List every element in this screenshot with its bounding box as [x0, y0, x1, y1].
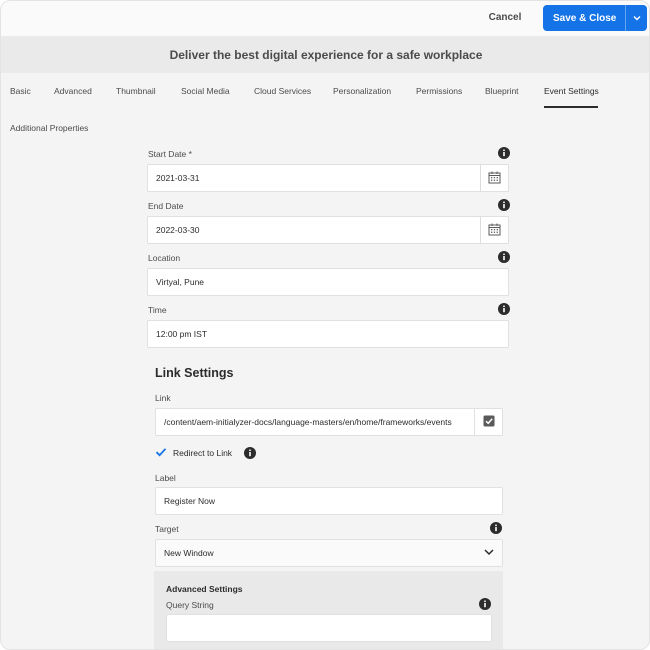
- end-date-field[interactable]: 2022-03-30: [147, 216, 481, 244]
- cancel-button[interactable]: Cancel: [479, 5, 531, 30]
- time-field[interactable]: 12:00 pm IST: [147, 320, 509, 348]
- info-icon[interactable]: [498, 147, 510, 159]
- chevron-down-icon: [484, 548, 494, 558]
- chevron-down-icon[interactable]: [626, 15, 647, 21]
- query-string-label: Query String: [166, 600, 214, 610]
- info-icon[interactable]: [498, 199, 510, 211]
- start-date-field[interactable]: 2021-03-31: [147, 164, 481, 192]
- query-string-field[interactable]: [166, 614, 492, 642]
- redirect-to-link-row: Redirect to Link: [155, 446, 257, 460]
- tab-cloud-services[interactable]: Cloud Services: [254, 86, 311, 96]
- info-icon[interactable]: [479, 598, 491, 610]
- page-title: Deliver the best digital experience for …: [1, 36, 649, 73]
- active-tab-indicator: [544, 106, 598, 108]
- checkmark-icon: [483, 415, 495, 429]
- location-field[interactable]: Virtyal, Pune: [147, 268, 509, 296]
- redirect-to-link-checkbox[interactable]: [155, 446, 167, 460]
- save-and-close-label: Save & Close: [553, 12, 617, 24]
- start-date-label: Start Date *: [148, 149, 192, 159]
- tab-permissions[interactable]: Permissions: [416, 86, 462, 96]
- calendar-icon: [488, 171, 501, 186]
- tab-additional-properties[interactable]: Additional Properties: [10, 123, 88, 133]
- target-select[interactable]: New Window: [155, 539, 503, 567]
- tab-basic[interactable]: Basic: [10, 86, 31, 96]
- label-field-label: Label: [155, 473, 176, 483]
- link-field[interactable]: /content/aem-initialyzer-docs/language-m…: [155, 408, 475, 436]
- link-label: Link: [155, 393, 171, 403]
- page-properties-dialog: Cancel Save & Close Deliver the best dig…: [0, 0, 650, 650]
- link-browse-button[interactable]: [474, 408, 503, 436]
- target-label: Target: [155, 524, 179, 534]
- tab-event-settings[interactable]: Event Settings: [544, 86, 599, 96]
- info-icon[interactable]: [490, 522, 502, 534]
- advanced-settings-heading: Advanced Settings: [166, 584, 243, 594]
- link-settings-heading: Link Settings: [155, 366, 234, 380]
- tab-advanced[interactable]: Advanced: [54, 86, 92, 96]
- info-icon[interactable]: [498, 303, 510, 315]
- start-date-calendar-button[interactable]: [480, 164, 509, 192]
- tab-blueprint[interactable]: Blueprint: [485, 86, 519, 96]
- time-label: Time: [148, 305, 167, 315]
- action-bar: Cancel Save & Close: [1, 1, 649, 36]
- tab-social-media[interactable]: Social Media: [181, 86, 230, 96]
- info-icon[interactable]: [498, 251, 510, 263]
- label-field[interactable]: Register Now: [155, 487, 503, 515]
- info-icon[interactable]: [244, 447, 257, 459]
- calendar-icon: [488, 223, 501, 238]
- end-date-label: End Date: [148, 201, 184, 211]
- location-label: Location: [148, 253, 181, 263]
- redirect-to-link-label: Redirect to Link: [173, 448, 233, 458]
- end-date-calendar-button[interactable]: [480, 216, 509, 244]
- tab-thumbnail[interactable]: Thumbnail: [116, 86, 156, 96]
- target-selected-value: New Window: [164, 548, 214, 558]
- save-and-close-button[interactable]: Save & Close: [543, 5, 647, 31]
- tab-personalization[interactable]: Personalization: [333, 86, 391, 96]
